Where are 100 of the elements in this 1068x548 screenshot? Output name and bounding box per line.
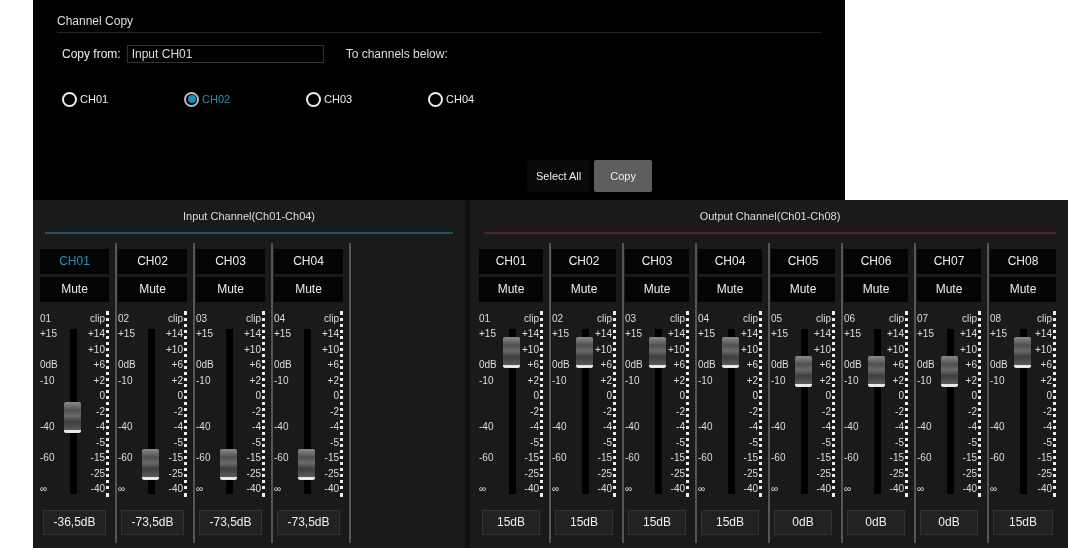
meter-label: +10 (887, 342, 904, 357)
mute-button[interactable]: Mute (274, 276, 343, 302)
copy-button[interactable]: Copy (594, 160, 652, 192)
channel-option[interactable]: CH01 (62, 91, 184, 108)
mute-button[interactable]: Mute (917, 276, 981, 302)
channel-name-button[interactable]: CH03 (196, 248, 265, 274)
mute-button[interactable]: Mute (771, 276, 835, 302)
meter-label: 0 (897, 389, 904, 403)
section-title: Channel Copy (57, 13, 134, 30)
fader-handle[interactable] (503, 336, 520, 368)
mute-button[interactable]: Mute (196, 276, 265, 302)
meter-label: -4 (251, 420, 261, 434)
radio-button[interactable] (184, 91, 199, 107)
fader-handle[interactable] (722, 336, 739, 368)
scale-label: -10 (917, 373, 933, 388)
channel-name-button[interactable]: CH04 (274, 248, 343, 274)
fader-handle[interactable] (868, 356, 885, 388)
fader-handle[interactable] (142, 449, 159, 481)
mute-button[interactable]: Mute (479, 276, 543, 302)
meter-label: -2 (1042, 404, 1052, 419)
fader-handle[interactable] (649, 336, 666, 368)
meter-label: -15 (323, 451, 339, 465)
meter-label: +6 (526, 358, 539, 372)
meter-label: -40 (523, 482, 539, 496)
channel-name-button[interactable]: CH07 (917, 248, 981, 274)
meter-label: -40 (167, 482, 183, 496)
meter-label: 0 (98, 389, 105, 403)
meter-label: -15 (888, 451, 904, 465)
meter-label: -15 (596, 451, 612, 465)
scale-label: -60 (844, 451, 860, 465)
meter-label: -40 (669, 482, 685, 496)
meter-label: -4 (748, 420, 758, 434)
meter-label: 0 (532, 389, 539, 403)
channel-name-button[interactable]: CH08 (990, 248, 1056, 274)
meter-label: -5 (675, 435, 685, 450)
meter-label: -5 (602, 435, 612, 450)
channel-number: 07 (917, 311, 930, 326)
meter-label: 0 (254, 389, 261, 403)
channel-name-button[interactable]: CH02 (118, 248, 187, 274)
scale-label: -10 (552, 373, 568, 388)
mute-button[interactable]: Mute (990, 276, 1056, 302)
copy-from-field[interactable]: Input CH01 (126, 45, 324, 63)
channel-option[interactable]: CH02 (184, 91, 306, 108)
channel-option[interactable]: CH04 (428, 91, 550, 108)
fader-handle[interactable] (64, 402, 81, 434)
channel-name-button[interactable]: CH01 (479, 248, 543, 274)
mute-button[interactable]: Mute (552, 276, 616, 302)
mute-button[interactable]: Mute (844, 276, 908, 302)
mute-button[interactable]: Mute (698, 276, 762, 302)
meter-label: +2 (92, 373, 105, 388)
scale-label: 0dB (698, 358, 717, 372)
meter-label: -2 (602, 404, 612, 419)
channel-name-button[interactable]: CH01 (40, 248, 109, 274)
channel-name-button[interactable]: CH05 (771, 248, 835, 274)
channel-name-button[interactable]: CH03 (625, 248, 689, 274)
scale-label: 0dB (771, 358, 790, 372)
fader-handle[interactable] (298, 449, 315, 481)
scale-label: -10 (40, 373, 56, 388)
scale-label: ∞ (844, 482, 853, 496)
fader-handle[interactable] (576, 336, 593, 368)
fader-handle[interactable] (795, 356, 812, 388)
meter-label: +2 (526, 373, 539, 388)
gain-readout: 0dB (774, 509, 832, 535)
meter-label: +10 (243, 342, 261, 357)
scale-label: ∞ (274, 482, 283, 496)
scale-label: -40 (625, 420, 641, 434)
channel-number: 01 (479, 311, 492, 326)
meter-label: -2 (821, 404, 831, 419)
channel-number: 06 (844, 311, 857, 326)
fader-handle[interactable] (1014, 336, 1031, 368)
scale-label: ∞ (990, 482, 999, 496)
meter-label: -4 (529, 420, 539, 434)
meter-label: +10 (321, 342, 339, 357)
gain-readout: -73,5dB (199, 509, 262, 535)
fader-handle[interactable] (220, 449, 237, 481)
channel-name-button[interactable]: CH04 (698, 248, 762, 274)
fader-handle[interactable] (941, 356, 958, 388)
meter-label: -15 (523, 451, 539, 465)
mute-button[interactable]: Mute (625, 276, 689, 302)
meter-label: +10 (522, 342, 539, 357)
meter-label: +2 (248, 373, 261, 388)
mute-button[interactable]: Mute (40, 276, 109, 302)
mute-button[interactable]: Mute (118, 276, 187, 302)
gain-readout: 15dB (993, 509, 1053, 535)
meter-label: -5 (748, 435, 758, 450)
meter-label: +10 (741, 342, 758, 357)
scale-label: 0dB (118, 358, 137, 372)
scale-label: -40 (196, 420, 212, 434)
scale-label: -40 (118, 420, 134, 434)
channel-option[interactable]: CH03 (306, 91, 428, 108)
select-all-button[interactable]: Select All (527, 160, 591, 192)
channel-name-button[interactable]: CH06 (844, 248, 908, 274)
meter-label: -40 (245, 482, 261, 496)
channel-name-button[interactable]: CH02 (552, 248, 616, 274)
gain-readout: 15dB (628, 509, 686, 535)
scale-label: -40 (274, 420, 290, 434)
scale-label: +15 (552, 327, 570, 341)
scale-label: -40 (771, 420, 787, 434)
meter-label: +14 (165, 327, 183, 341)
meter-label: clip (167, 311, 183, 326)
